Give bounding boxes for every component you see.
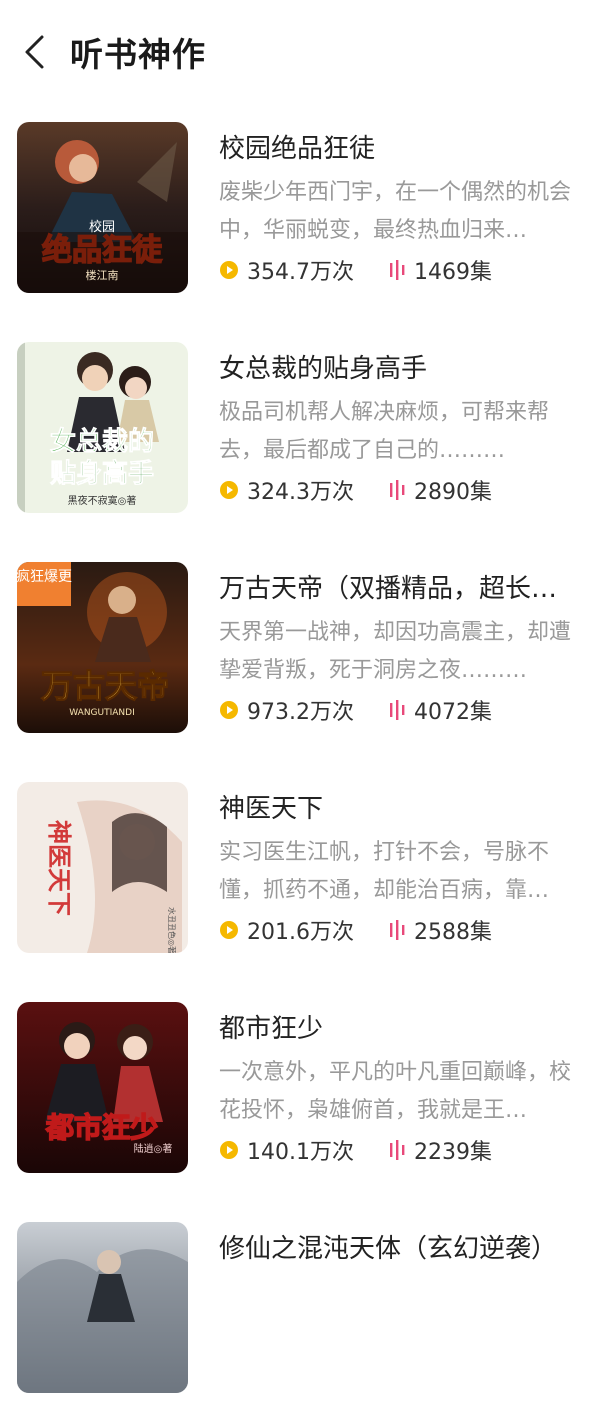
cover-author-text: 陆逍◎著 (134, 1142, 173, 1155)
book-cover[interactable] (17, 1222, 188, 1393)
book-meta: 324.3万次 2890集 (219, 475, 492, 505)
book-description: 极品司机帮人解决麻烦，可帮来帮去，最后都成了自己的……… (219, 400, 550, 463)
cover-title-text: 万古天帝 (41, 667, 169, 705)
episode-icon (389, 700, 405, 720)
episode-count: 4072集 (413, 700, 492, 725)
book-meta: 140.1万次 2239集 (219, 1135, 492, 1165)
episode-icon (389, 1140, 405, 1160)
play-count-icon (220, 481, 238, 499)
episode-icon (389, 920, 405, 940)
play-count: 973.2万次 (247, 700, 354, 725)
play-count: 324.3万次 (247, 480, 354, 505)
book-meta: 354.7万次 1469集 (219, 255, 492, 285)
cover-title-text: 神医天下 (45, 820, 73, 916)
book-description: 实习医生江帆，打针不会，号脉不懂，抓药不通，却能治百病，靠… (219, 840, 550, 903)
cover-author-text: 楼江南 (86, 268, 119, 282)
back-arrow-icon[interactable] (22, 34, 48, 70)
book-title[interactable]: 女总裁的贴身高手 (219, 348, 589, 385)
cover-badge-text: 疯狂爆更 (17, 569, 72, 585)
book-meta: 973.2万次 4072集 (219, 695, 492, 725)
book-item[interactable]: 校园 绝品狂徒 楼江南 校园绝品狂徒 废柴少年西门宇，在一个偶然的机会中，华丽蜕… (0, 122, 614, 312)
book-description: 天界第一战神，却因功高震主，却遭挚爱背叛，死于洞房之夜……… (219, 620, 572, 683)
book-cover[interactable]: 神医天下 水丑丑色◎著 (17, 782, 188, 953)
play-count-icon (220, 921, 238, 939)
episode-count: 2239集 (413, 1140, 492, 1165)
play-count: 201.6万次 (247, 920, 354, 945)
book-cover[interactable]: 疯狂爆更 万古天帝 WANGUTIANDI (17, 562, 188, 733)
episode-count: 1469集 (413, 260, 492, 285)
cover-subtitle-text: 贴身高手 (50, 458, 154, 489)
book-title[interactable]: 万古天帝（双播精品，超长… (219, 568, 589, 605)
top-bar: 听书神作 (0, 0, 614, 104)
book-description: 一次意外，平凡的叶凡重回巅峰，校花投怀，枭雄俯首，我就是王… (219, 1060, 572, 1123)
book-item[interactable]: 修仙之混沌天体（玄幻逆袭） (0, 1222, 614, 1412)
play-count: 354.7万次 (247, 260, 354, 285)
page-title: 听书神作 (70, 35, 206, 74)
book-title[interactable]: 校园绝品狂徒 (219, 128, 589, 165)
cover-title-text: 都市狂少 (45, 1111, 158, 1144)
book-title[interactable]: 修仙之混沌天体（玄幻逆袭） (219, 1228, 589, 1265)
book-item[interactable]: 疯狂爆更 万古天帝 WANGUTIANDI 万古天帝（双播精品，超长… 天界第一… (0, 562, 614, 752)
book-description: 废柴少年西门宇，在一个偶然的机会中，华丽蜕变，最终热血归来… (219, 180, 572, 243)
book-cover[interactable]: 校园 绝品狂徒 楼江南 (17, 122, 188, 293)
cover-author-text: 黑夜不寂寞◎著 (68, 494, 137, 507)
book-item[interactable]: 都市狂少 陆逍◎著 都市狂少 一次意外，平凡的叶凡重回巅峰，校花投怀，枭雄俯首，… (0, 1002, 614, 1192)
book-item[interactable]: 神医天下 水丑丑色◎著 神医天下 实习医生江帆，打针不会，号脉不懂，抓药不通，却… (0, 782, 614, 972)
book-cover[interactable]: 女总裁的 贴身高手 黑夜不寂寞◎著 (17, 342, 188, 513)
cover-title-text: 绝品狂徒 (42, 233, 163, 268)
book-title[interactable]: 都市狂少 (219, 1008, 589, 1045)
play-count-icon (220, 261, 238, 279)
episode-icon (389, 260, 405, 280)
book-title[interactable]: 神医天下 (219, 788, 589, 825)
book-cover[interactable]: 都市狂少 陆逍◎著 (17, 1002, 188, 1173)
episode-icon (389, 480, 405, 500)
cover-subtitle-text: WANGUTIANDI (69, 708, 134, 718)
book-meta: 201.6万次 2588集 (219, 915, 492, 945)
play-count: 140.1万次 (247, 1140, 354, 1165)
play-count-icon (220, 1141, 238, 1159)
play-count-icon (220, 701, 238, 719)
cover-title-text: 女总裁的 (50, 426, 154, 457)
episode-count: 2588集 (413, 920, 492, 945)
cover-author-text: 水丑丑色◎著 (167, 907, 177, 953)
episode-count: 2890集 (413, 480, 492, 505)
book-item[interactable]: 女总裁的 贴身高手 黑夜不寂寞◎著 女总裁的贴身高手 极品司机帮人解决麻烦，可帮… (0, 342, 614, 532)
